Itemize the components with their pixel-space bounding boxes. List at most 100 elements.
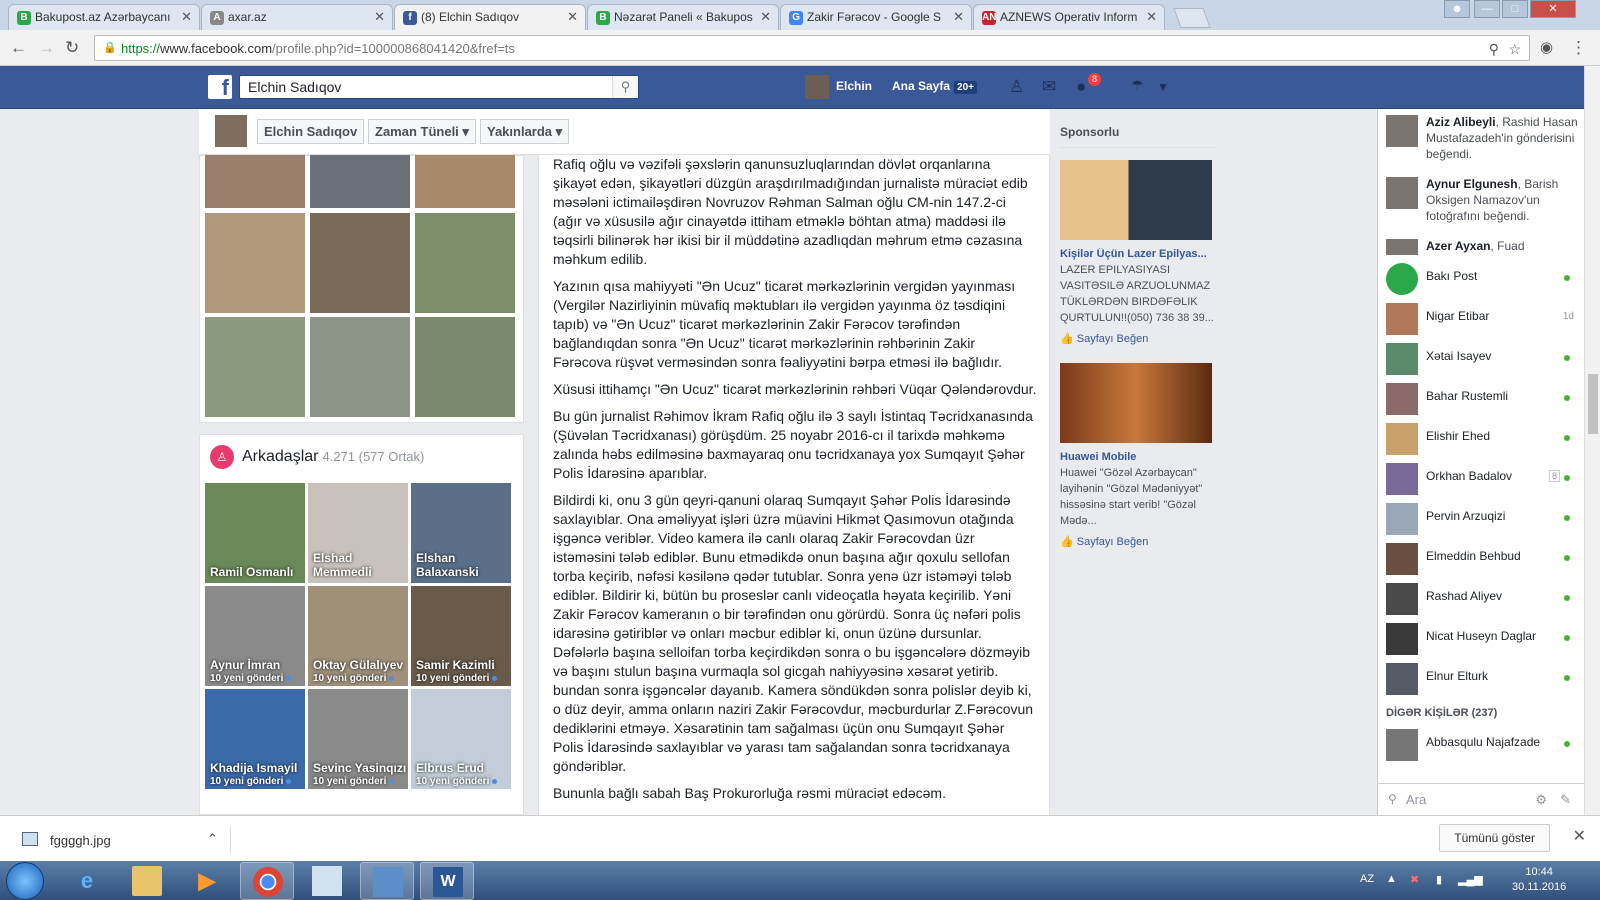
ad-image[interactable] [1060, 160, 1212, 240]
photo-thumbnail[interactable] [310, 155, 410, 208]
tab-close-icon[interactable]: ✕ [760, 9, 771, 25]
activity-item[interactable]: Azer Ayxan, Fuad [1378, 233, 1584, 259]
chat-contact[interactable]: Rashad Aliyev [1378, 579, 1584, 619]
chat-contact[interactable]: Elishir Ehed [1378, 419, 1584, 459]
internet-explorer-icon[interactable]: e [60, 862, 114, 900]
sponsored-ad[interactable]: Kişilər Üçün Lazer Epilyas... LAZER EPILY… [1060, 160, 1215, 345]
menu-icon[interactable]: ⋮ [1570, 38, 1587, 58]
close-icon[interactable]: ✕ [1573, 826, 1586, 846]
browser-tab[interactable]: AN AZNEWS Operativ Inform ✕ [973, 4, 1165, 30]
chat-contact[interactable]: Bahar Rustemli [1378, 379, 1584, 419]
chrome-icon[interactable] [240, 862, 294, 900]
home-link[interactable]: Ana Sayfa 20+ [892, 79, 977, 94]
gear-icon[interactable]: ⚙ [1535, 792, 1547, 808]
new-tab-button[interactable] [1173, 8, 1211, 28]
ad-title[interactable]: Huawei Mobile [1060, 451, 1215, 463]
profile-name-button[interactable]: Elchin Sadıqov [257, 119, 365, 144]
tab-close-icon[interactable]: ✕ [1146, 9, 1157, 25]
file-explorer-icon[interactable] [120, 862, 174, 900]
clock[interactable]: 10:44 30.11.2016 [1512, 865, 1566, 895]
browser-tab[interactable]: B Nəzarət Paneli « Bakupos ✕ [587, 4, 779, 30]
friend-tile[interactable]: Ramil Osmanlı [205, 483, 305, 583]
activity-item[interactable]: Aynur Elgunesh, Barish Oksigen Namazov'u… [1378, 171, 1584, 233]
notepad-icon[interactable] [300, 862, 354, 900]
address-bar[interactable]: 🔒 https://www.facebook.com/profile.php?i… [94, 35, 1530, 61]
word-icon[interactable]: W [420, 862, 474, 900]
page-scrollbar[interactable] [1584, 66, 1600, 815]
reload-icon[interactable]: ↻ [65, 38, 79, 58]
activity-item[interactable]: Aziz Alibeyli, Rashid Hasan Mustafazadeh… [1378, 109, 1584, 171]
bookmark-star-icon[interactable]: ☆ [1508, 41, 1521, 58]
photo-thumbnail[interactable] [310, 317, 410, 417]
account-menu-icon[interactable]: ▼ [1157, 80, 1169, 94]
chat-contact[interactable]: Xətai Isayev [1378, 339, 1584, 379]
media-player-icon[interactable]: ▶ [180, 862, 234, 900]
browser-tab[interactable]: Aaxar.az ✕ [201, 4, 393, 30]
chevron-up-icon[interactable]: ⌃ [207, 831, 218, 847]
tab-close-icon[interactable]: ✕ [181, 9, 192, 25]
chat-contact[interactable]: Nicat Huseyn Daglar [1378, 619, 1584, 659]
extension-icon[interactable]: ◉ [1540, 38, 1553, 56]
photo-thumbnail[interactable] [205, 213, 305, 313]
profile-link[interactable]: Elchin [836, 79, 872, 93]
friend-tile[interactable]: Samir Kazimli 10 yeni gönderi [411, 586, 511, 686]
forward-icon[interactable]: → [38, 38, 55, 58]
friend-tile[interactable]: Aynur İmran 10 yeni gönderi [205, 586, 305, 686]
photo-thumbnail[interactable] [205, 155, 305, 208]
chat-search-input[interactable]: ⚲ Ara ⚙ ✎ [1378, 783, 1584, 815]
browser-tab[interactable]: G Zakir Fərəcov - Google S ✕ [780, 4, 972, 30]
timeline-button[interactable]: Zaman Tüneli ▾ [368, 119, 476, 144]
key-icon[interactable]: ⚲ [1489, 41, 1499, 58]
chat-contact[interactable]: Elmeddin Behbud [1378, 539, 1584, 579]
photo-thumbnail[interactable] [415, 213, 515, 313]
photo-thumbnail[interactable] [415, 155, 515, 208]
friend-requests-icon[interactable]: ♙ [1009, 77, 1024, 97]
user-avatar[interactable] [805, 75, 829, 99]
like-page-link[interactable]: 👍 Sayfayı Beğen [1060, 535, 1215, 548]
chat-contact[interactable]: Elnur Elturk [1378, 659, 1584, 699]
friend-tile[interactable]: Khadija Ismayil 10 yeni gönderi [205, 689, 305, 789]
battery-icon[interactable]: ▮ [1436, 873, 1442, 886]
recent-button[interactable]: Yakınlarda ▾ [480, 119, 570, 144]
ad-title[interactable]: Kişilər Üçün Lazer Epilyas... [1060, 248, 1215, 260]
back-icon[interactable]: ← [10, 38, 27, 58]
messages-icon[interactable]: ✉ [1042, 77, 1056, 97]
tab-close-icon[interactable]: ✕ [953, 9, 964, 25]
minimize-button[interactable]: — [1474, 0, 1500, 18]
notifications-icon[interactable]: ● [1076, 77, 1086, 97]
ad-image[interactable] [1060, 363, 1212, 443]
window-close-button[interactable]: ✕ [1530, 0, 1576, 18]
profile-thumbnail[interactable] [215, 115, 247, 147]
signal-icon[interactable]: ▂▄▆ [1458, 873, 1483, 886]
search-icon[interactable]: ⚲ [612, 76, 638, 98]
friend-tile[interactable]: Elshad Memmedli [308, 483, 408, 583]
photo-thumbnail[interactable] [310, 213, 410, 313]
network-warning-icon[interactable]: ✖ [1410, 873, 1419, 886]
photo-thumbnail[interactable] [415, 317, 515, 417]
sponsored-ad[interactable]: Huawei Mobile Huawei "Gözəl Azərbaycan" l… [1060, 363, 1215, 548]
browser-tab[interactable]: B Bakupost.az Azərbaycanı ✕ [8, 4, 200, 30]
chat-contact[interactable]: Nigar Etibar 1d [1378, 299, 1584, 339]
friend-tile[interactable]: Oktay Gülalıyev 10 yeni gönderi [308, 586, 408, 686]
language-indicator[interactable]: AZ [1360, 873, 1374, 885]
friend-tile[interactable]: Elshan Balaxanski [411, 483, 511, 583]
download-item[interactable]: fggggh.jpg ⌃ [12, 826, 231, 854]
tab-close-icon[interactable]: ✕ [567, 9, 578, 25]
privacy-shortcuts-icon[interactable]: ☂ [1131, 77, 1144, 94]
browser-tab[interactable]: f (8) Elchin Sadıqov ✕ [394, 4, 586, 30]
friends-heading[interactable]: ♙ Arkadaşlar 4.271 (577 Ortak) [210, 445, 424, 469]
friend-tile[interactable]: Sevinc Yasinqızı 10 yeni gönderi [308, 689, 408, 789]
tab-close-icon[interactable]: ✕ [374, 9, 385, 25]
chat-contact[interactable]: Abbasqulu Najafzade [1378, 725, 1584, 765]
show-all-downloads-button[interactable]: Tümünü göster [1439, 824, 1550, 852]
photo-thumbnail[interactable] [205, 317, 305, 417]
chat-contact[interactable]: Orkhan Badalov 8 [1378, 459, 1584, 499]
chat-contact[interactable]: Pervin Arzuqizi [1378, 499, 1584, 539]
photo-viewer-icon[interactable] [360, 862, 414, 900]
facebook-logo-icon[interactable]: f [208, 75, 232, 100]
scrollbar-thumb[interactable] [1588, 374, 1598, 434]
compose-icon[interactable]: ✎ [1560, 792, 1571, 808]
tray-arrow-icon[interactable]: ▲ [1386, 873, 1397, 885]
chat-contact[interactable]: Bakı Post [1378, 259, 1584, 299]
maximize-button[interactable]: □ [1502, 0, 1528, 18]
